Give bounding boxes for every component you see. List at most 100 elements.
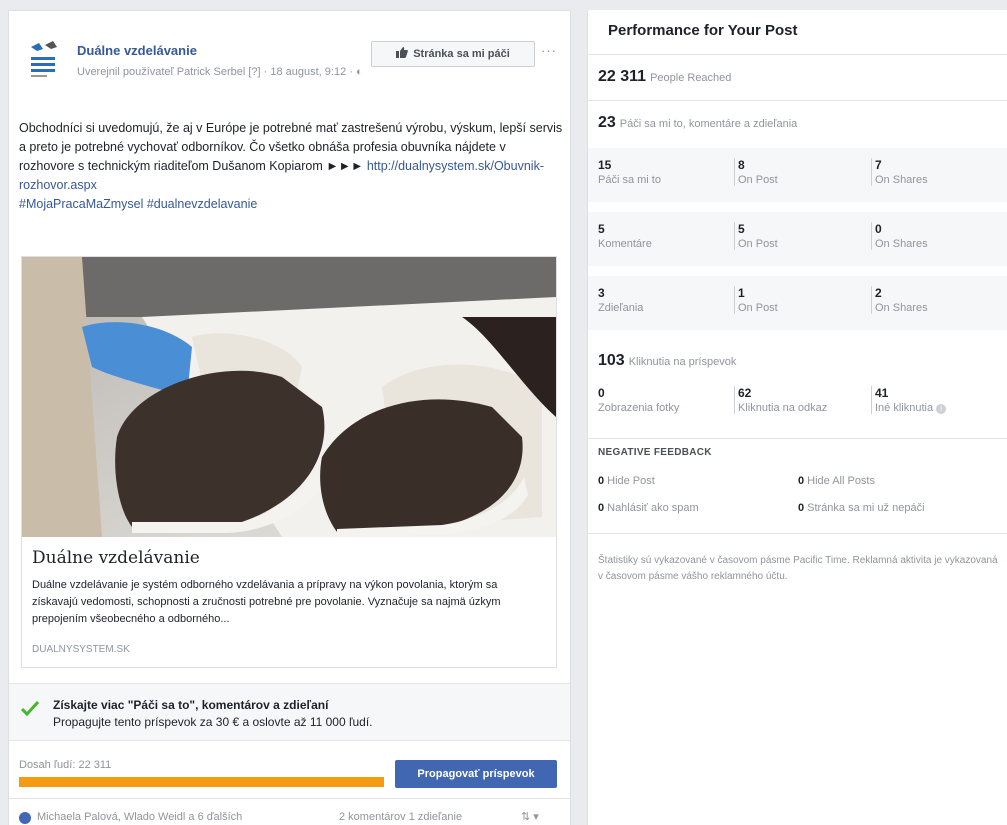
- page-logo-icon[interactable]: [23, 37, 69, 83]
- post-card: Duálne vzdelávanie Uverejnil používateľ …: [8, 10, 571, 825]
- stat-label: On Shares: [875, 238, 928, 250]
- reach-progress-bar: [19, 777, 384, 787]
- click-label: Kliknutia na odkaz: [738, 402, 828, 414]
- negative-value: 0: [598, 475, 605, 487]
- stat-label: On Post: [738, 302, 778, 314]
- post-header: Duálne vzdelávanie Uverejnil používateľ …: [9, 11, 570, 103]
- negative-label: Hide Post: [607, 475, 655, 487]
- like-page-button[interactable]: Stránka sa mi páči: [371, 41, 535, 67]
- negative-stat: 0 Nahlásiť ako spam: [598, 502, 699, 514]
- stat-cell: 15 Páči sa mi to: [598, 158, 728, 186]
- negative-stat: 0 Stránka sa mi už nepáči: [798, 502, 925, 514]
- click-label: Iné kliknutia i: [875, 402, 1001, 414]
- like-page-label: Stránka sa mi páči: [413, 48, 510, 60]
- stat-label: On Shares: [875, 302, 928, 314]
- click-label: Zobrazenia fotky: [598, 402, 680, 414]
- post-hashtags[interactable]: #MojaPracaMaZmysel #dualnevzdelavanie: [19, 197, 257, 211]
- stat-value: 5: [738, 222, 745, 236]
- engagement-stat: 23 Páči sa mi to, komentáre a zdieľania: [598, 114, 797, 132]
- timezone-note: Štatistiky sú vykazované v časovom pásme…: [598, 555, 998, 582]
- stat-cell: 3 Zdieľania: [598, 286, 728, 314]
- negative-value: 0: [798, 475, 805, 487]
- stat-cell: 1 On Post: [734, 286, 864, 314]
- info-icon[interactable]: i: [936, 404, 947, 414]
- negative-label: Nahlásiť ako spam: [607, 502, 699, 514]
- stat-value: 5: [598, 222, 605, 236]
- sort-dropdown[interactable]: ⇅ ▾: [521, 810, 539, 823]
- negative-feedback-title: NEGATIVE FEEDBACK: [598, 447, 712, 458]
- post-text: Obchodníci si uvedomujú, že aj v Európe …: [19, 119, 564, 214]
- negative-label: Stránka sa mi už nepáči: [807, 502, 925, 514]
- stat-label: Páči sa mi to: [598, 174, 661, 186]
- stat-value: 3: [598, 286, 605, 300]
- comment-share-counts[interactable]: 2 komentárov 1 zdieľanie: [339, 811, 462, 823]
- reactors-link[interactable]: Michaela Palová, Wlado Weidl a 6 ďalších: [37, 811, 242, 823]
- engagement-value: 23: [598, 114, 616, 131]
- attachment-description: Duálne vzdelávanie je systém odborného v…: [32, 579, 501, 625]
- stat-cell: 7 On Shares: [871, 158, 1001, 186]
- post-clicks-value: 103: [598, 352, 625, 369]
- negative-value: 0: [798, 502, 805, 514]
- people-reached-value: 22 311: [598, 68, 647, 85]
- click-cell: 0 Zobrazenia fotky: [598, 386, 728, 414]
- reach-label: Dosah ľudí: 22 311: [19, 759, 112, 771]
- stat-value: 7: [875, 158, 882, 172]
- click-value: 41: [875, 386, 889, 400]
- stat-label: On Post: [738, 174, 778, 186]
- divider: [588, 533, 1007, 534]
- divider: [588, 100, 1007, 101]
- comments-row: 5 Komentáre 5 On Post 0 On Shares: [588, 212, 1007, 266]
- promo-title: Získajte viac "Páči sa to", komentárov a…: [53, 698, 329, 712]
- negative-label: Hide All Posts: [807, 475, 875, 487]
- stat-label: On Shares: [875, 174, 928, 186]
- click-value: 0: [598, 386, 605, 400]
- more-options-button[interactable]: ···: [541, 43, 557, 58]
- page-name-link[interactable]: Duálne vzdelávanie: [77, 43, 197, 58]
- attachment-title[interactable]: Duálne vzdelávanie: [32, 548, 200, 568]
- performance-title: Performance for Your Post: [608, 22, 798, 39]
- people-reached-stat: 22 311 People Reached: [598, 68, 731, 86]
- check-icon: [20, 700, 40, 721]
- post-meta-text: Uverejnil používateľ Patrick Serbel [?] …: [77, 66, 356, 78]
- stat-value: 8: [738, 158, 745, 172]
- post-footer: Michaela Palová, Wlado Weidl a 6 ďalších…: [9, 798, 570, 825]
- negative-stat: 0 Hide Post: [598, 475, 655, 487]
- likes-row: 15 Páči sa mi to 8 On Post 7 On Shares: [588, 148, 1007, 202]
- stat-value: 15: [598, 158, 612, 172]
- engagement-label: Páči sa mi to, komentáre a zdieľania: [619, 118, 798, 130]
- click-value: 62: [738, 386, 752, 400]
- divider: [588, 438, 1007, 439]
- reach-row: Dosah ľudí: 22 311 Propagovať príspevok: [9, 742, 570, 798]
- divider: [588, 54, 1007, 55]
- click-cell: 41 Iné kliknutia i: [871, 386, 1001, 414]
- stat-label: On Post: [738, 238, 778, 250]
- promotion-box: Získajte viac "Páči sa to", komentárov a…: [9, 683, 570, 741]
- post-meta: Uverejnil používateľ Patrick Serbel [?] …: [77, 65, 367, 80]
- shares-row: 3 Zdieľania 1 On Post 2 On Shares: [588, 276, 1007, 330]
- people-reached-label: People Reached: [650, 72, 732, 84]
- performance-panel: Performance for Your Post 22 311 People R…: [587, 10, 1007, 825]
- negative-value: 0: [598, 502, 605, 514]
- attachment-photo[interactable]: [22, 257, 556, 537]
- click-label-text: Iné kliknutia: [875, 402, 934, 414]
- globe-icon: ◐: [355, 66, 363, 78]
- stat-value: 2: [875, 286, 882, 300]
- stat-cell: 5 On Post: [734, 222, 864, 250]
- avatar-icon: [19, 812, 31, 824]
- negative-stat: 0 Hide All Posts: [798, 475, 875, 487]
- stat-cell: 2 On Shares: [871, 286, 1001, 314]
- stat-label: Komentáre: [598, 238, 652, 250]
- boost-post-button[interactable]: Propagovať príspevok: [395, 760, 557, 788]
- click-cell: 62 Kliknutia na odkaz: [734, 386, 864, 414]
- link-attachment[interactable]: Duálne vzdelávanie Duálne vzdelávanie je…: [21, 256, 557, 668]
- attachment-domain: DUALNYSYSTEM.SK: [32, 644, 130, 655]
- stat-cell: 0 On Shares: [871, 222, 1001, 250]
- stat-cell: 8 On Post: [734, 158, 864, 186]
- post-clicks-stat: 103 Kliknutia na príspevok: [598, 352, 736, 370]
- promo-text: Propagujte tento príspevok za 30 € a osl…: [53, 715, 373, 729]
- reach-progress-fill: [19, 777, 384, 787]
- stat-value: 1: [738, 286, 745, 300]
- stat-cell: 5 Komentáre: [598, 222, 728, 250]
- thumbs-up-icon: [396, 47, 409, 61]
- post-clicks-label: Kliknutia na príspevok: [628, 356, 737, 368]
